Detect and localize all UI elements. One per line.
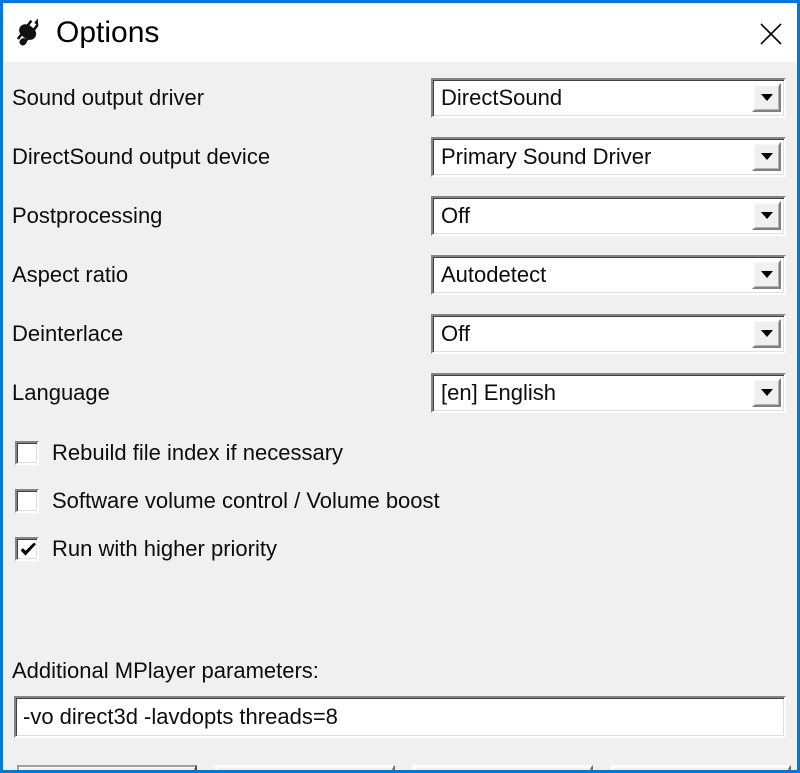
dropdown-value: Off [441,203,470,228]
setting-row-sound-output-driver: Sound output driver DirectSound [3,78,797,118]
additional-parameters-label: Additional MPlayer parameters: [12,658,319,683]
checkbox-row-run-with-higher-priority[interactable]: Run with higher priority [15,533,277,565]
additional-parameters-input[interactable] [14,696,786,738]
chevron-down-icon[interactable] [752,142,781,171]
checkbox-row-rebuild-file-index[interactable]: Rebuild file index if necessary [15,437,343,469]
setting-row-language: Language [en] English [3,373,797,413]
directsound-output-device-dropdown[interactable]: Primary Sound Driver [431,137,786,177]
close-icon [760,23,782,45]
title-bar: Options [3,0,797,62]
setting-label: Sound output driver [12,85,205,110]
deinterlace-dropdown[interactable]: Off [431,314,786,354]
language-dropdown[interactable]: [en] English [431,373,786,413]
chevron-down-icon[interactable] [752,83,781,112]
check-icon [20,542,36,556]
chevron-down-icon[interactable] [752,260,781,289]
chevron-down-icon[interactable] [752,378,781,407]
dropdown-value: DirectSound [441,85,563,110]
setting-row-postprocessing: Postprocessing Off [3,196,797,236]
ok-button[interactable]: OK [17,765,197,770]
close-window-button[interactable] [739,6,797,62]
postprocessing-dropdown[interactable]: Off [431,196,786,236]
aspect-ratio-dropdown[interactable]: Autodetect [431,255,786,295]
setting-row-deinterlace: Deinterlace Off [3,314,797,354]
dropdown-value: Primary Sound Driver [441,144,652,169]
page-title: Options [56,15,160,49]
checkbox-row-software-volume-control[interactable]: Software volume control / Volume boost [15,485,440,517]
software-volume-control-checkbox[interactable] [15,489,39,513]
rebuild-file-index-checkbox[interactable] [15,441,39,465]
close-button[interactable]: Close [611,765,791,770]
setting-label: Postprocessing [12,203,163,228]
wrench-icon [16,17,39,45]
save-button[interactable]: Save [413,765,593,770]
setting-row-directsound-output-device: DirectSound output device Primary Sound … [3,137,797,177]
dropdown-value: Autodetect [441,262,547,287]
run-with-higher-priority-checkbox[interactable] [15,537,39,561]
setting-label: DirectSound output device [12,144,271,169]
sound-output-driver-dropdown[interactable]: DirectSound [431,78,786,118]
chevron-down-icon[interactable] [752,319,781,348]
options-dialog: Options Sound output driver DirectSound … [0,0,800,773]
checkbox-label: Software volume control / Volume boost [52,488,440,513]
checkbox-label: Rebuild file index if necessary [52,440,344,465]
setting-row-aspect-ratio: Aspect ratio Autodetect [3,255,797,295]
dropdown-value: [en] English [441,380,556,405]
checkbox-label: Run with higher priority [52,536,277,561]
setting-label: Aspect ratio [12,262,129,287]
dropdown-value: Off [441,321,470,346]
setting-label: Deinterlace [12,321,124,346]
apply-button[interactable]: Apply [215,765,395,770]
chevron-down-icon[interactable] [752,201,781,230]
setting-label: Language [12,380,110,405]
dialog-body: Sound output driver DirectSound DirectSo… [3,62,797,770]
